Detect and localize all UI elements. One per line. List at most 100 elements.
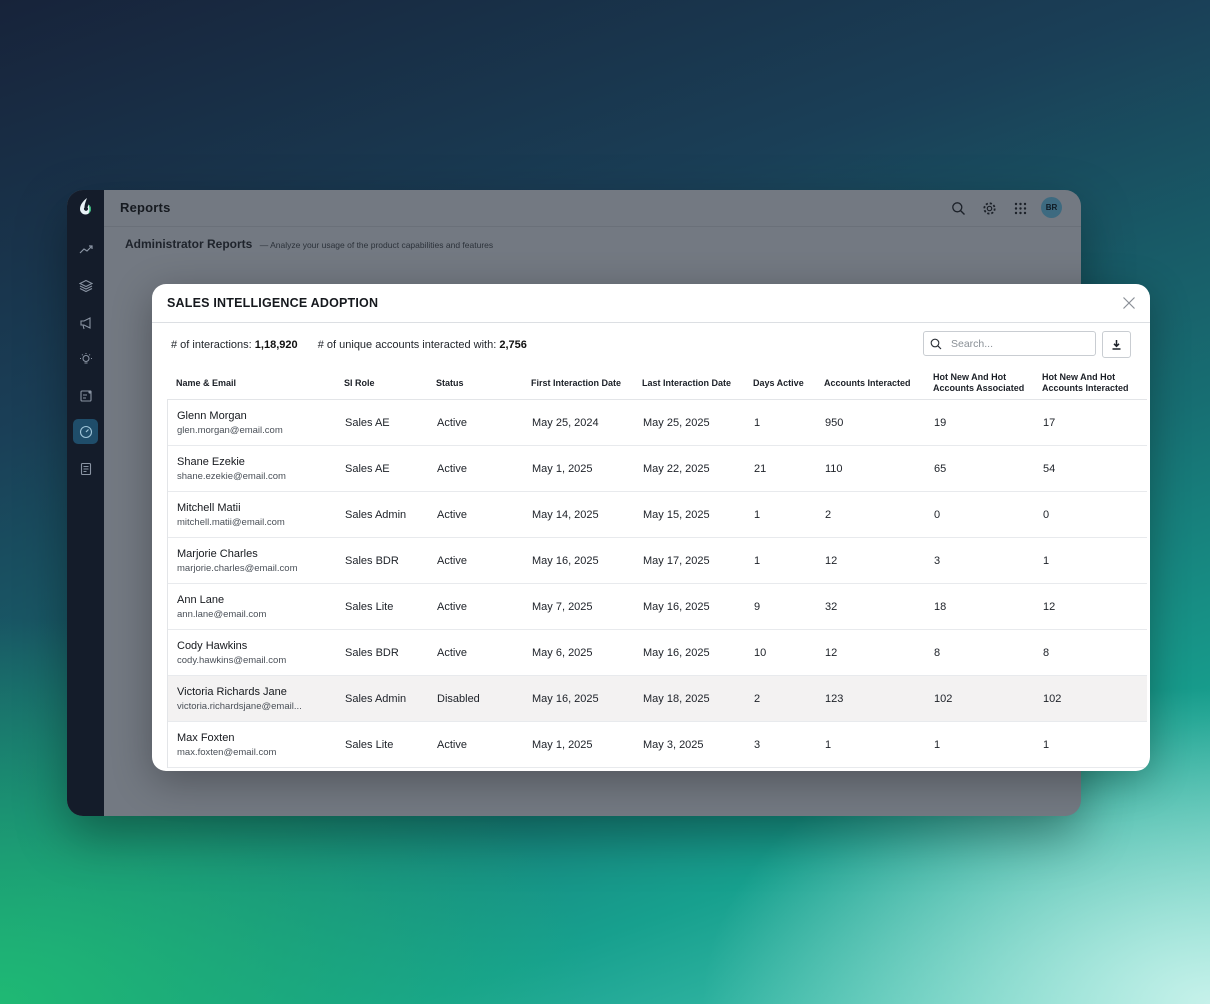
download-button[interactable] bbox=[1102, 331, 1131, 358]
cell-role: Sales Lite bbox=[345, 738, 394, 751]
table-body: Glenn Morgan glen.morgan@email.com Sales A… bbox=[167, 400, 1147, 768]
cell-days: 2 bbox=[754, 692, 761, 705]
table-row[interactable]: Mitchell Matii mitchell.matii@email.com Sa… bbox=[168, 492, 1147, 538]
cell-hot-inter: 12 bbox=[1043, 600, 1056, 613]
cell-last: May 17, 2025 bbox=[643, 554, 710, 567]
col-days-active[interactable]: Days Active bbox=[753, 367, 804, 399]
cell-accounts: 2 bbox=[825, 508, 832, 521]
col-hot-associated[interactable]: Hot New And Hot Accounts Associated bbox=[933, 367, 1033, 399]
cell-last: May 22, 2025 bbox=[643, 462, 710, 475]
col-first-date[interactable]: First Interaction Date bbox=[531, 367, 621, 399]
col-last-date[interactable]: Last Interaction Date bbox=[642, 367, 731, 399]
table-header: Name & Email SI Role Status First Intera… bbox=[167, 367, 1147, 400]
cell-hot-assoc: 18 bbox=[934, 600, 947, 613]
checklist-icon[interactable] bbox=[73, 383, 98, 408]
apps-grid-icon[interactable] bbox=[1011, 199, 1029, 217]
trend-icon[interactable] bbox=[73, 237, 98, 262]
table-row[interactable]: Marjorie Charles marjorie.charles@email.c… bbox=[168, 538, 1147, 584]
table-row[interactable]: Glenn Morgan glen.morgan@email.com Sales A… bbox=[168, 400, 1147, 446]
user-cell: Shane Ezekie shane.ezekie@email.com bbox=[177, 446, 286, 491]
gauge-icon[interactable] bbox=[73, 419, 98, 444]
table-row[interactable]: Cody Hawkins cody.hawkins@email.com Sales … bbox=[168, 630, 1147, 676]
cell-days: 9 bbox=[754, 600, 761, 613]
table-row[interactable]: Victoria Richards Jane victoria.richardsj… bbox=[168, 676, 1147, 722]
user-email: victoria.richardsjane@email... bbox=[177, 700, 302, 712]
lightbulb-icon[interactable] bbox=[73, 346, 98, 371]
user-name: Marjorie Charles bbox=[177, 547, 258, 560]
cell-accounts: 12 bbox=[825, 554, 838, 567]
cell-hot-assoc: 8 bbox=[934, 646, 941, 659]
cell-status: Active bbox=[437, 416, 467, 429]
cell-role: Sales AE bbox=[345, 462, 390, 475]
user-cell: Cody Hawkins cody.hawkins@email.com bbox=[177, 630, 286, 675]
interactions-value: 1,18,920 bbox=[254, 339, 298, 351]
cell-first: May 25, 2024 bbox=[532, 416, 599, 429]
col-accounts[interactable]: Accounts Interacted bbox=[824, 367, 911, 399]
avatar[interactable]: BR bbox=[1041, 197, 1062, 218]
cell-role: Sales AE bbox=[345, 416, 390, 429]
user-name: Ann Lane bbox=[177, 593, 225, 606]
cell-role: Sales Lite bbox=[345, 600, 394, 613]
cell-hot-assoc: 0 bbox=[934, 508, 941, 521]
layers-icon[interactable] bbox=[73, 273, 98, 298]
accounts-value: 2,756 bbox=[499, 339, 527, 351]
user-name: Mitchell Matii bbox=[177, 501, 241, 514]
user-name: Victoria Richards Jane bbox=[177, 685, 287, 698]
cell-days: 3 bbox=[754, 738, 761, 751]
section-heading: Administrator Reports — Analyze your usa… bbox=[125, 237, 493, 251]
cell-hot-assoc: 65 bbox=[934, 462, 947, 475]
search-icon[interactable] bbox=[949, 199, 967, 217]
cell-days: 21 bbox=[754, 462, 767, 475]
col-role[interactable]: SI Role bbox=[344, 367, 375, 399]
cell-first: May 6, 2025 bbox=[532, 646, 593, 659]
cell-hot-inter: 0 bbox=[1043, 508, 1050, 521]
section-description: — Analyze your usage of the product capa… bbox=[259, 240, 494, 250]
cell-hot-assoc: 19 bbox=[934, 416, 947, 429]
user-cell: Victoria Richards Jane victoria.richardsj… bbox=[177, 676, 302, 721]
col-name[interactable]: Name & Email bbox=[176, 367, 236, 399]
col-hot-interacted[interactable]: Hot New And Hot Accounts Interacted bbox=[1042, 367, 1142, 399]
cell-role: Sales BDR bbox=[345, 554, 399, 567]
cell-last: May 18, 2025 bbox=[643, 692, 710, 705]
user-email: ann.lane@email.com bbox=[177, 608, 267, 620]
cell-hot-assoc: 102 bbox=[934, 692, 953, 705]
cell-days: 1 bbox=[754, 508, 761, 521]
user-name: Glenn Morgan bbox=[177, 409, 247, 422]
col-status[interactable]: Status bbox=[436, 367, 464, 399]
table-row[interactable]: Ann Lane ann.lane@email.com Sales Lite Acti… bbox=[168, 584, 1147, 630]
table-row[interactable]: Shane Ezekie shane.ezekie@email.com Sales … bbox=[168, 446, 1147, 492]
cell-role: Sales Admin bbox=[345, 692, 407, 705]
user-name: Cody Hawkins bbox=[177, 639, 248, 652]
cell-first: May 16, 2025 bbox=[532, 554, 599, 567]
user-email: cody.hawkins@email.com bbox=[177, 654, 287, 666]
users-table: Name & Email SI Role Status First Intera… bbox=[167, 367, 1147, 768]
cell-hot-inter: 17 bbox=[1043, 416, 1056, 429]
download-icon bbox=[1112, 340, 1121, 350]
cell-last: May 16, 2025 bbox=[643, 646, 710, 659]
megaphone-icon[interactable] bbox=[73, 310, 98, 335]
cell-status: Active bbox=[437, 738, 467, 751]
section-title: Administrator Reports bbox=[125, 237, 253, 251]
cell-hot-inter: 102 bbox=[1043, 692, 1062, 705]
adoption-modal: SALES INTELLIGENCE ADOPTION # of interac… bbox=[152, 284, 1150, 771]
stats-summary: # of interactions: 1,18,920 # of unique … bbox=[171, 339, 527, 351]
cell-hot-assoc: 3 bbox=[934, 554, 941, 567]
close-icon[interactable] bbox=[1122, 296, 1136, 310]
cell-role: Sales Admin bbox=[345, 508, 407, 521]
user-cell: Mitchell Matii mitchell.matii@email.com bbox=[177, 492, 285, 537]
sidebar bbox=[67, 190, 104, 816]
cell-hot-assoc: 1 bbox=[934, 738, 941, 751]
notes-icon[interactable] bbox=[73, 456, 98, 481]
cell-first: May 1, 2025 bbox=[532, 738, 593, 751]
search-input[interactable] bbox=[949, 336, 1083, 351]
gear-icon[interactable] bbox=[980, 199, 998, 217]
cell-status: Active bbox=[437, 646, 467, 659]
cell-status: Active bbox=[437, 462, 467, 475]
cell-first: May 16, 2025 bbox=[532, 692, 599, 705]
user-cell: Marjorie Charles marjorie.charles@email.c… bbox=[177, 538, 298, 583]
cell-accounts: 1 bbox=[825, 738, 832, 751]
cell-accounts: 110 bbox=[825, 462, 843, 475]
table-row[interactable]: Max Foxten max.foxten@email.com Sales Lite… bbox=[168, 722, 1147, 768]
search-box[interactable] bbox=[923, 331, 1096, 356]
app-logo-icon[interactable] bbox=[76, 197, 95, 218]
